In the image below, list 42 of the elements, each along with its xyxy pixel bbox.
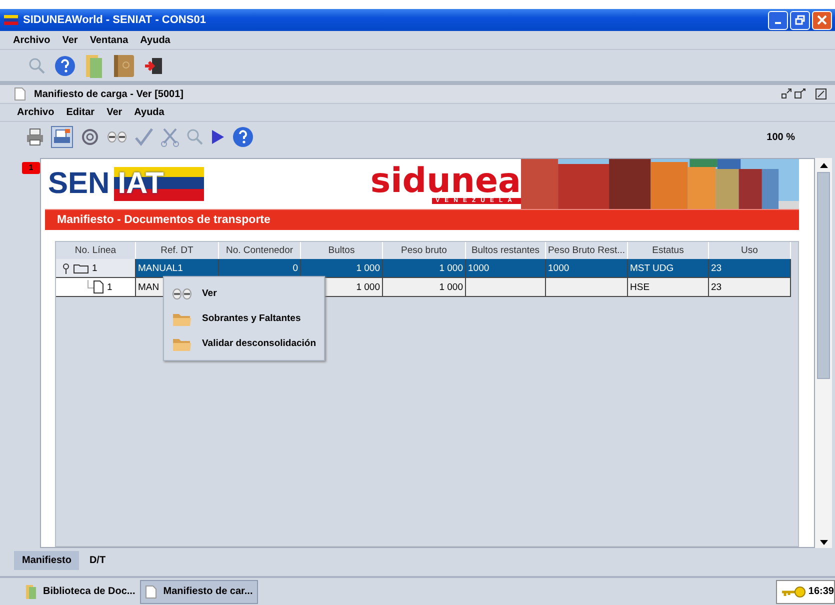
table-cell: 1000 (546, 259, 628, 278)
column-header[interactable]: No. Contenedor (219, 242, 301, 259)
column-header[interactable]: Bultos (301, 242, 383, 259)
clock: 16:39 (808, 586, 834, 597)
menu-item[interactable]: Archivo (13, 34, 50, 46)
table-cell: 23 (709, 278, 791, 297)
table-row[interactable]: 1 MANUAL1 0 1 000 1 000 1000 1000 MST UDG 23 (56, 259, 791, 278)
table-cell: 1 000 (383, 278, 466, 297)
menu-item[interactable]: Ver (62, 34, 78, 46)
table-cell: 23 (709, 259, 791, 278)
menu-item[interactable]: Ver (106, 107, 122, 118)
column-header[interactable]: Estatus (628, 242, 709, 259)
zoom-level: 100 % (766, 132, 795, 142)
menu-item[interactable]: Archivo (17, 107, 54, 118)
window-title: SIDUNEAWorld - SENIAT - CONS01 (23, 14, 206, 26)
taskbar-item[interactable]: Manifiesto de car... (140, 580, 258, 604)
section-heading: Manifiesto - Documentos de transporte (45, 209, 799, 230)
menu-item[interactable]: Ayuda (134, 107, 164, 118)
table-cell: 1000 (466, 259, 546, 278)
table-cell: 1 000 (301, 259, 383, 278)
context-menu-item[interactable]: Validar desconsolidación (164, 331, 324, 356)
menu-item[interactable]: Ventana (90, 34, 128, 46)
table-cell: 1 000 (383, 259, 466, 278)
page-badge: 1 (22, 162, 40, 174)
menu-item[interactable]: Ayuda (140, 34, 170, 46)
menu-item[interactable]: Editar (66, 107, 95, 118)
table-cell: HSE (628, 278, 709, 297)
table-cell: MANUAL1 (136, 259, 219, 278)
line-number: 1 (92, 262, 98, 276)
table-cell: MST UDG (628, 259, 709, 278)
taskbar-item[interactable]: Biblioteca de Doc... (20, 580, 140, 604)
tab[interactable]: Manifiesto (14, 551, 80, 570)
column-header[interactable]: Peso bruto (383, 242, 466, 259)
column-header[interactable]: Uso (709, 242, 791, 259)
column-header[interactable]: No. Línea (56, 242, 136, 259)
column-header[interactable]: Peso Bruto Rest... (546, 242, 628, 259)
context-menu-item[interactable]: Sobrantes y Faltantes (164, 306, 324, 331)
column-header[interactable]: Ref. DT (136, 242, 219, 259)
frame-title: Manifiesto de carga - Ver [5001] (34, 88, 184, 100)
tab[interactable]: D/T (81, 551, 114, 570)
column-header[interactable]: Bultos restantes (466, 242, 546, 259)
line-number: 1 (107, 280, 112, 294)
